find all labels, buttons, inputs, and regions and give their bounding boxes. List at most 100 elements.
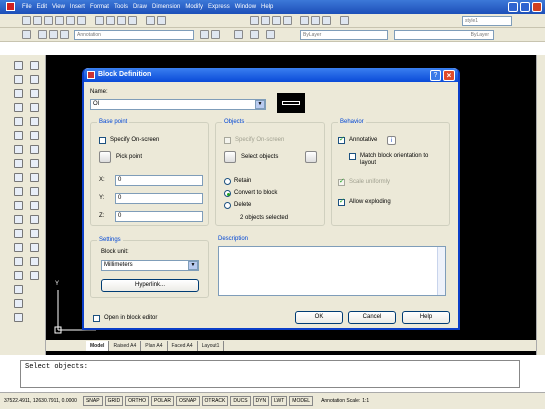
polyline-icon[interactable]	[14, 89, 23, 98]
tab-plan-a4[interactable]: Plan A4	[141, 340, 168, 351]
menu-view[interactable]: View	[52, 4, 65, 10]
help-icon[interactable]: ?	[430, 70, 441, 81]
select-objects-icon[interactable]	[224, 151, 236, 163]
hatch-icon[interactable]	[14, 257, 23, 266]
tab-model[interactable]: Model	[86, 340, 110, 351]
vertical-scrollbar[interactable]	[536, 55, 545, 355]
sun-icon[interactable]	[49, 30, 58, 39]
ortho-toggle[interactable]: ORTHO	[125, 396, 150, 406]
point-icon[interactable]	[14, 243, 23, 252]
paste-icon[interactable]	[117, 16, 126, 25]
name-dropdown-arrow-icon[interactable]: ▼	[255, 100, 265, 109]
linetype-combo[interactable]: ByLayer	[394, 30, 494, 40]
close-button[interactable]	[532, 2, 542, 12]
retain-radio[interactable]	[224, 178, 231, 185]
pick-point-icon[interactable]	[99, 151, 111, 163]
annotative-checkbox[interactable]	[338, 135, 345, 144]
save-icon[interactable]	[44, 16, 53, 25]
dyn-toggle[interactable]: DYN	[252, 396, 270, 406]
redo-icon[interactable]	[157, 16, 166, 25]
ellipse-arc-icon[interactable]	[14, 201, 23, 210]
spline-icon[interactable]	[14, 173, 23, 182]
rectangle-icon[interactable]	[14, 117, 23, 126]
array-icon[interactable]	[30, 117, 39, 126]
rotate-icon[interactable]	[30, 145, 39, 154]
grid-toggle[interactable]: GRID	[104, 396, 124, 406]
layer-combo[interactable]: Annotation	[74, 30, 194, 40]
copy-object-icon[interactable]	[30, 75, 39, 84]
menu-window[interactable]: Window	[235, 4, 256, 10]
properties-icon[interactable]	[300, 16, 309, 25]
tab-faced-a4[interactable]: Faced A4	[168, 340, 198, 351]
zoom-realtime-icon[interactable]	[261, 16, 270, 25]
stretch-icon[interactable]	[30, 173, 39, 182]
name-input[interactable]: Ol	[90, 99, 266, 110]
make-block-icon[interactable]	[14, 229, 23, 238]
match-properties-icon[interactable]	[128, 16, 137, 25]
scale-icon[interactable]	[30, 159, 39, 168]
command-line[interactable]: Select objects:	[20, 360, 520, 388]
new-icon[interactable]	[22, 16, 31, 25]
z-input[interactable]: 0	[115, 211, 203, 222]
zoom-previous-icon[interactable]	[283, 16, 292, 25]
scale-uniformly-checkbox[interactable]	[338, 177, 345, 186]
print-icon[interactable]	[55, 16, 64, 25]
layer-walk-icon[interactable]	[250, 30, 259, 39]
make-current-icon[interactable]	[234, 30, 243, 39]
layer-previous-icon[interactable]	[200, 30, 209, 39]
annotation-scale-value[interactable]: 1:1	[362, 398, 369, 404]
insert-block-icon[interactable]	[14, 215, 23, 224]
allow-exploding-checkbox[interactable]	[338, 197, 345, 206]
cut-icon[interactable]	[95, 16, 104, 25]
y-input[interactable]: 0	[115, 193, 203, 204]
lock-icon[interactable]	[60, 30, 69, 39]
zoom-window-icon[interactable]	[272, 16, 281, 25]
open-in-editor-checkbox[interactable]	[93, 315, 100, 322]
pick-point-label[interactable]: Pick point	[116, 154, 142, 160]
gradient-icon[interactable]	[14, 271, 23, 280]
fillet-icon[interactable]	[30, 257, 39, 266]
join-icon[interactable]	[30, 229, 39, 238]
description-scrollbar[interactable]	[437, 247, 445, 295]
table-icon[interactable]	[14, 299, 23, 308]
minimize-button[interactable]	[508, 2, 518, 12]
arc-icon[interactable]	[14, 131, 23, 140]
otrack-toggle[interactable]: OTRACK	[201, 396, 229, 406]
close-icon[interactable]: ×	[443, 70, 455, 81]
osnap-toggle[interactable]: OSNAP	[176, 396, 200, 406]
menu-draw[interactable]: Draw	[133, 4, 147, 10]
autocad-logo-icon[interactable]	[6, 2, 15, 11]
color-combo[interactable]: ByLayer	[300, 30, 388, 40]
menu-tools[interactable]: Tools	[114, 4, 128, 10]
mtext-icon[interactable]	[14, 313, 23, 322]
tab-layout1[interactable]: Layout1	[198, 340, 225, 351]
x-input[interactable]: 0	[115, 175, 203, 186]
menu-modify[interactable]: Modify	[185, 4, 203, 10]
model-toggle[interactable]: MODEL	[289, 396, 314, 406]
extend-icon[interactable]	[30, 201, 39, 210]
trim-icon[interactable]	[30, 187, 39, 196]
region-icon[interactable]	[14, 285, 23, 294]
publish-icon[interactable]	[77, 16, 86, 25]
block-unit-dropdown-arrow-icon[interactable]: ▼	[188, 261, 198, 270]
chamfer-icon[interactable]	[30, 243, 39, 252]
undo-icon[interactable]	[146, 16, 155, 25]
convert-to-block-radio[interactable]	[224, 190, 231, 197]
explode-icon[interactable]	[30, 271, 39, 280]
erase-icon[interactable]	[30, 61, 39, 70]
move-icon[interactable]	[30, 131, 39, 140]
circle-icon[interactable]	[14, 145, 23, 154]
menu-edit[interactable]: Edit	[37, 4, 47, 10]
base-specify-onscreen-checkbox[interactable]	[99, 137, 106, 144]
snap-toggle[interactable]: SNAP	[82, 396, 103, 406]
match-orientation-checkbox[interactable]	[349, 153, 356, 160]
offset-icon[interactable]	[30, 103, 39, 112]
tool-palettes-icon[interactable]	[322, 16, 331, 25]
block-unit-select[interactable]: Millimeters	[101, 260, 199, 271]
menu-file[interactable]: File	[22, 4, 32, 10]
style-combo[interactable]: style1	[462, 16, 512, 26]
lwt-toggle[interactable]: LWT	[271, 396, 288, 406]
menu-help[interactable]: Help	[261, 4, 273, 10]
calculator-icon[interactable]	[340, 16, 349, 25]
mirror-icon[interactable]	[30, 89, 39, 98]
